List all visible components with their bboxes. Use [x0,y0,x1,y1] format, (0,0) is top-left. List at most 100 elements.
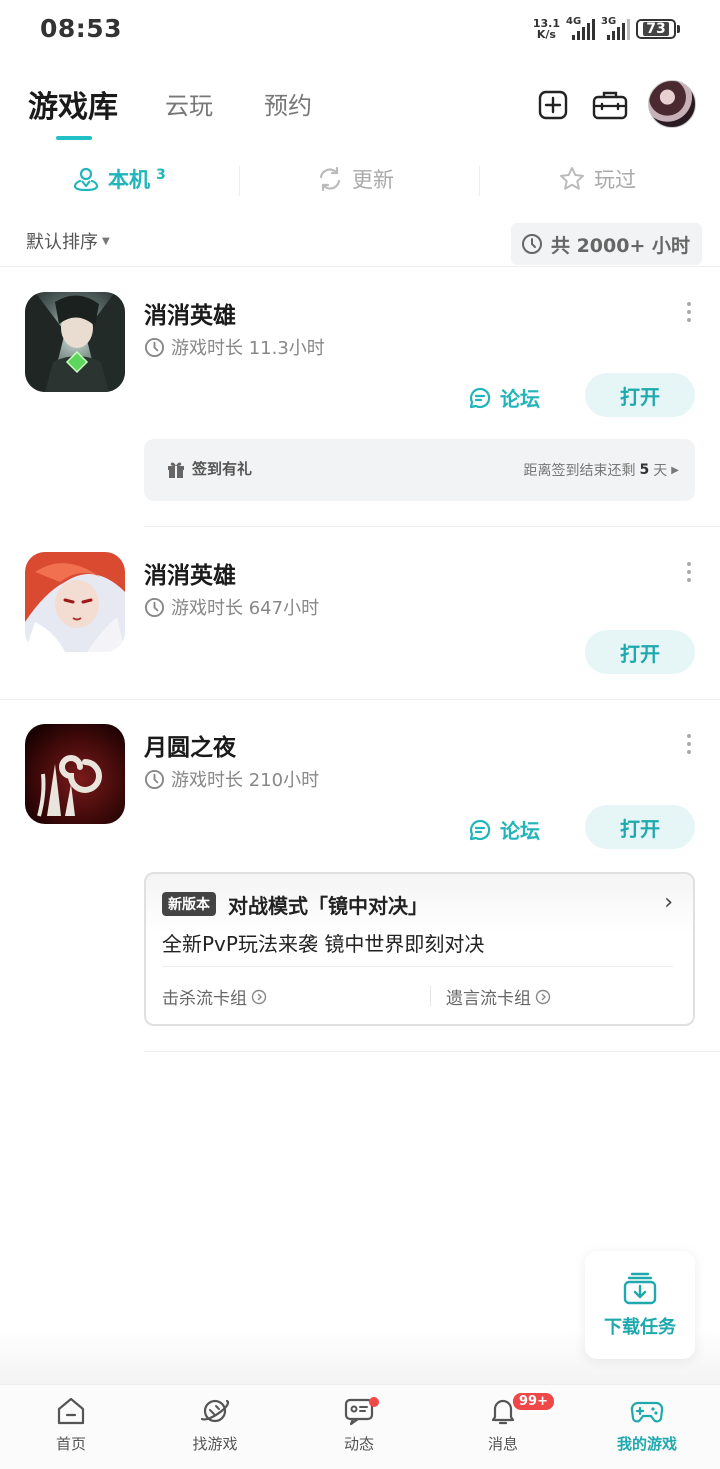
star-icon [560,167,584,190]
download-tasks-label: 下载任务 [604,1317,676,1338]
news-link-label: 击杀流卡组 [162,989,247,1009]
subtab-local-label: 本机 [108,168,150,192]
signal-icon: 4G [566,16,595,40]
chat-bubble-icon [469,819,491,840]
subtabs: 本机 3 更新 玩过 [0,158,720,206]
nav-my-games[interactable]: 我的游戏 [587,1395,707,1454]
tab-reservation[interactable]: 预约 [264,86,312,121]
game-name: 月圆之夜 [144,735,236,761]
network-speed: 13.1 K/s [533,18,560,40]
download-tasks-button[interactable]: 下载任务 [585,1251,695,1359]
signin-remaining-days: 5 [639,462,650,478]
subtab-local-count: 3 [156,167,166,183]
circle-chevron-icon [535,989,551,1004]
message-count-badge: 99+ [511,1391,556,1412]
header: 游戏库 云玩 预约 [0,62,720,152]
signin-remaining-suffix: 天 [653,463,668,479]
status-time: 08:53 [40,14,123,43]
nav-find-games[interactable]: 找游戏 [155,1395,275,1454]
news-link-label: 遗言流卡组 [446,989,531,1009]
subtab-played-label: 玩过 [594,168,636,192]
divider [239,166,240,196]
game-icon[interactable] [25,292,125,392]
bottom-navigation: 首页 找游戏 动态 99+ 消息 我的游戏 [0,1384,720,1469]
status-indicators: 13.1 K/s 4G 3G 73 [533,16,680,40]
avatar[interactable] [648,80,696,128]
circle-chevron-icon [251,989,267,1004]
forum-button[interactable]: 论坛 [468,383,540,412]
clock-icon [144,597,165,617]
active-tab-indicator [56,136,92,140]
news-link-lastwords-deck[interactable]: 遗言流卡组 [446,984,551,1009]
nav-my-games-label: 我的游戏 [616,1435,677,1453]
planet-icon [200,1399,230,1423]
subtab-update[interactable]: 更新 [316,164,394,194]
game-playtime-text: 游戏时长 210小时 [171,770,320,791]
divider [0,699,720,700]
open-button[interactable]: 打开 [585,805,695,849]
divider [430,986,431,1006]
divider [144,526,720,527]
tab-game-library[interactable]: 游戏库 [28,82,118,126]
sim2-label: 3G [601,16,617,27]
nav-home-label: 首页 [55,1435,86,1453]
battery-level: 73 [643,22,669,36]
nav-messages-label: 消息 [487,1435,518,1453]
signal-icon-2: 3G [601,16,630,40]
sort-label: 默认排序 [26,232,98,253]
clock-icon [521,234,542,254]
signin-label: 签到有礼 [192,460,253,478]
notification-dot [369,1397,379,1407]
game-name: 消消英雄 [144,303,236,329]
news-badge: 新版本 [162,892,216,916]
clock-icon [144,337,165,357]
status-bar: 08:53 13.1 K/s 4G 3G 73 [0,0,720,62]
forum-label: 论坛 [500,387,540,411]
total-playtime-text: 共 2000+ 小时 [550,234,690,257]
more-options-icon[interactable] [686,562,692,582]
battery-icon: 73 [636,19,680,39]
nav-feed[interactable]: 动态 [299,1395,419,1454]
gamepad-icon [630,1401,664,1423]
game-playtime: 游戏时长 11.3小时 [144,334,325,360]
chevron-right-icon: ▶ [671,464,679,476]
divider [479,166,480,196]
divider [0,266,720,267]
open-button[interactable]: 打开 [585,630,695,674]
subtab-played[interactable]: 玩过 [558,164,636,194]
tab-cloud-play[interactable]: 云玩 [165,86,213,121]
more-options-icon[interactable] [686,302,692,322]
news-subtitle: 全新PvP玩法来袭 镜中世界即刻对决 [162,932,485,956]
home-icon [57,1397,85,1425]
caret-down-icon: ▼ [102,235,110,247]
signin-banner[interactable]: 签到有礼 距离签到结束还剩 5 天 ▶ [144,439,695,501]
forum-label: 论坛 [500,819,540,843]
signin-remaining: 距离签到结束还剩 5 天 ▶ [524,460,679,480]
clock-icon [144,769,165,789]
signin-remaining-prefix: 距离签到结束还剩 [523,463,636,479]
open-button[interactable]: 打开 [585,373,695,417]
game-icon[interactable] [25,724,125,824]
news-card[interactable]: 新版本 对战模式「镜中对决」 › 全新PvP玩法来袭 镜中世界即刻对决 击杀流卡… [144,872,695,1026]
nav-home[interactable]: 首页 [11,1395,131,1454]
forum-button[interactable]: 论坛 [468,815,540,844]
gift-icon [168,462,184,478]
nav-messages[interactable]: 99+ 消息 [443,1391,563,1454]
game-icon[interactable] [25,552,125,652]
network-speed-unit: K/s [536,28,556,41]
game-playtime: 游戏时长 647小时 [144,594,319,620]
game-name: 消消英雄 [144,563,236,589]
toolbox-icon[interactable] [590,86,630,124]
game-playtime: 游戏时长 210小时 [144,766,319,792]
sort-dropdown[interactable]: 默认排序 ▼ [26,228,110,254]
signin-label-group: 签到有礼 [166,458,252,479]
nav-find-games-label: 找游戏 [192,1435,238,1453]
news-link-kill-deck[interactable]: 击杀流卡组 [162,984,267,1009]
more-options-icon[interactable] [686,734,692,754]
chevron-right-icon: › [664,890,673,915]
sim1-label: 4G [566,16,582,27]
user-local-icon [73,167,99,192]
subtab-local[interactable]: 本机 3 [72,164,166,194]
refresh-icon [319,166,341,192]
add-icon[interactable] [534,86,572,124]
